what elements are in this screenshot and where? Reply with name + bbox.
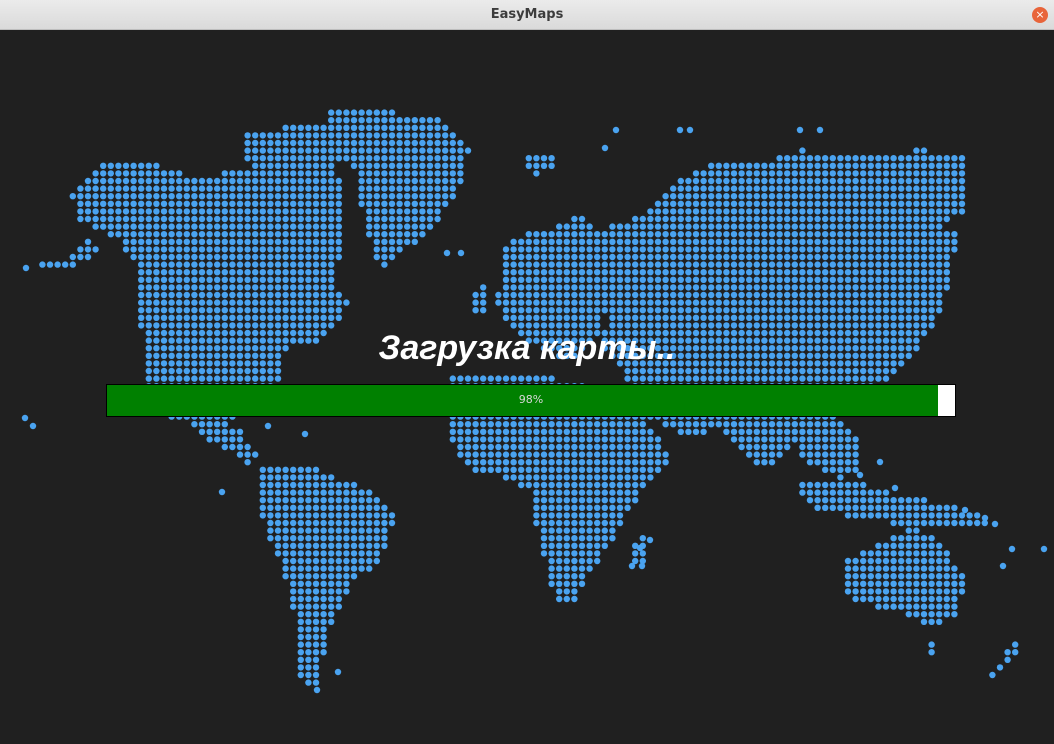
title-bar[interactable]: EasyMaps × (0, 0, 1054, 30)
map-view: Загрузка карты.. 98% (0, 30, 1054, 744)
window-title: EasyMaps (490, 7, 564, 22)
app-window: EasyMaps × Загрузка карты.. 98% (0, 0, 1054, 744)
close-icon[interactable]: × (1032, 7, 1048, 23)
loading-progress-bar: 98% (106, 384, 956, 417)
progress-percent: 98% (518, 393, 544, 406)
loading-title: Загрузка карты.. (378, 329, 676, 367)
